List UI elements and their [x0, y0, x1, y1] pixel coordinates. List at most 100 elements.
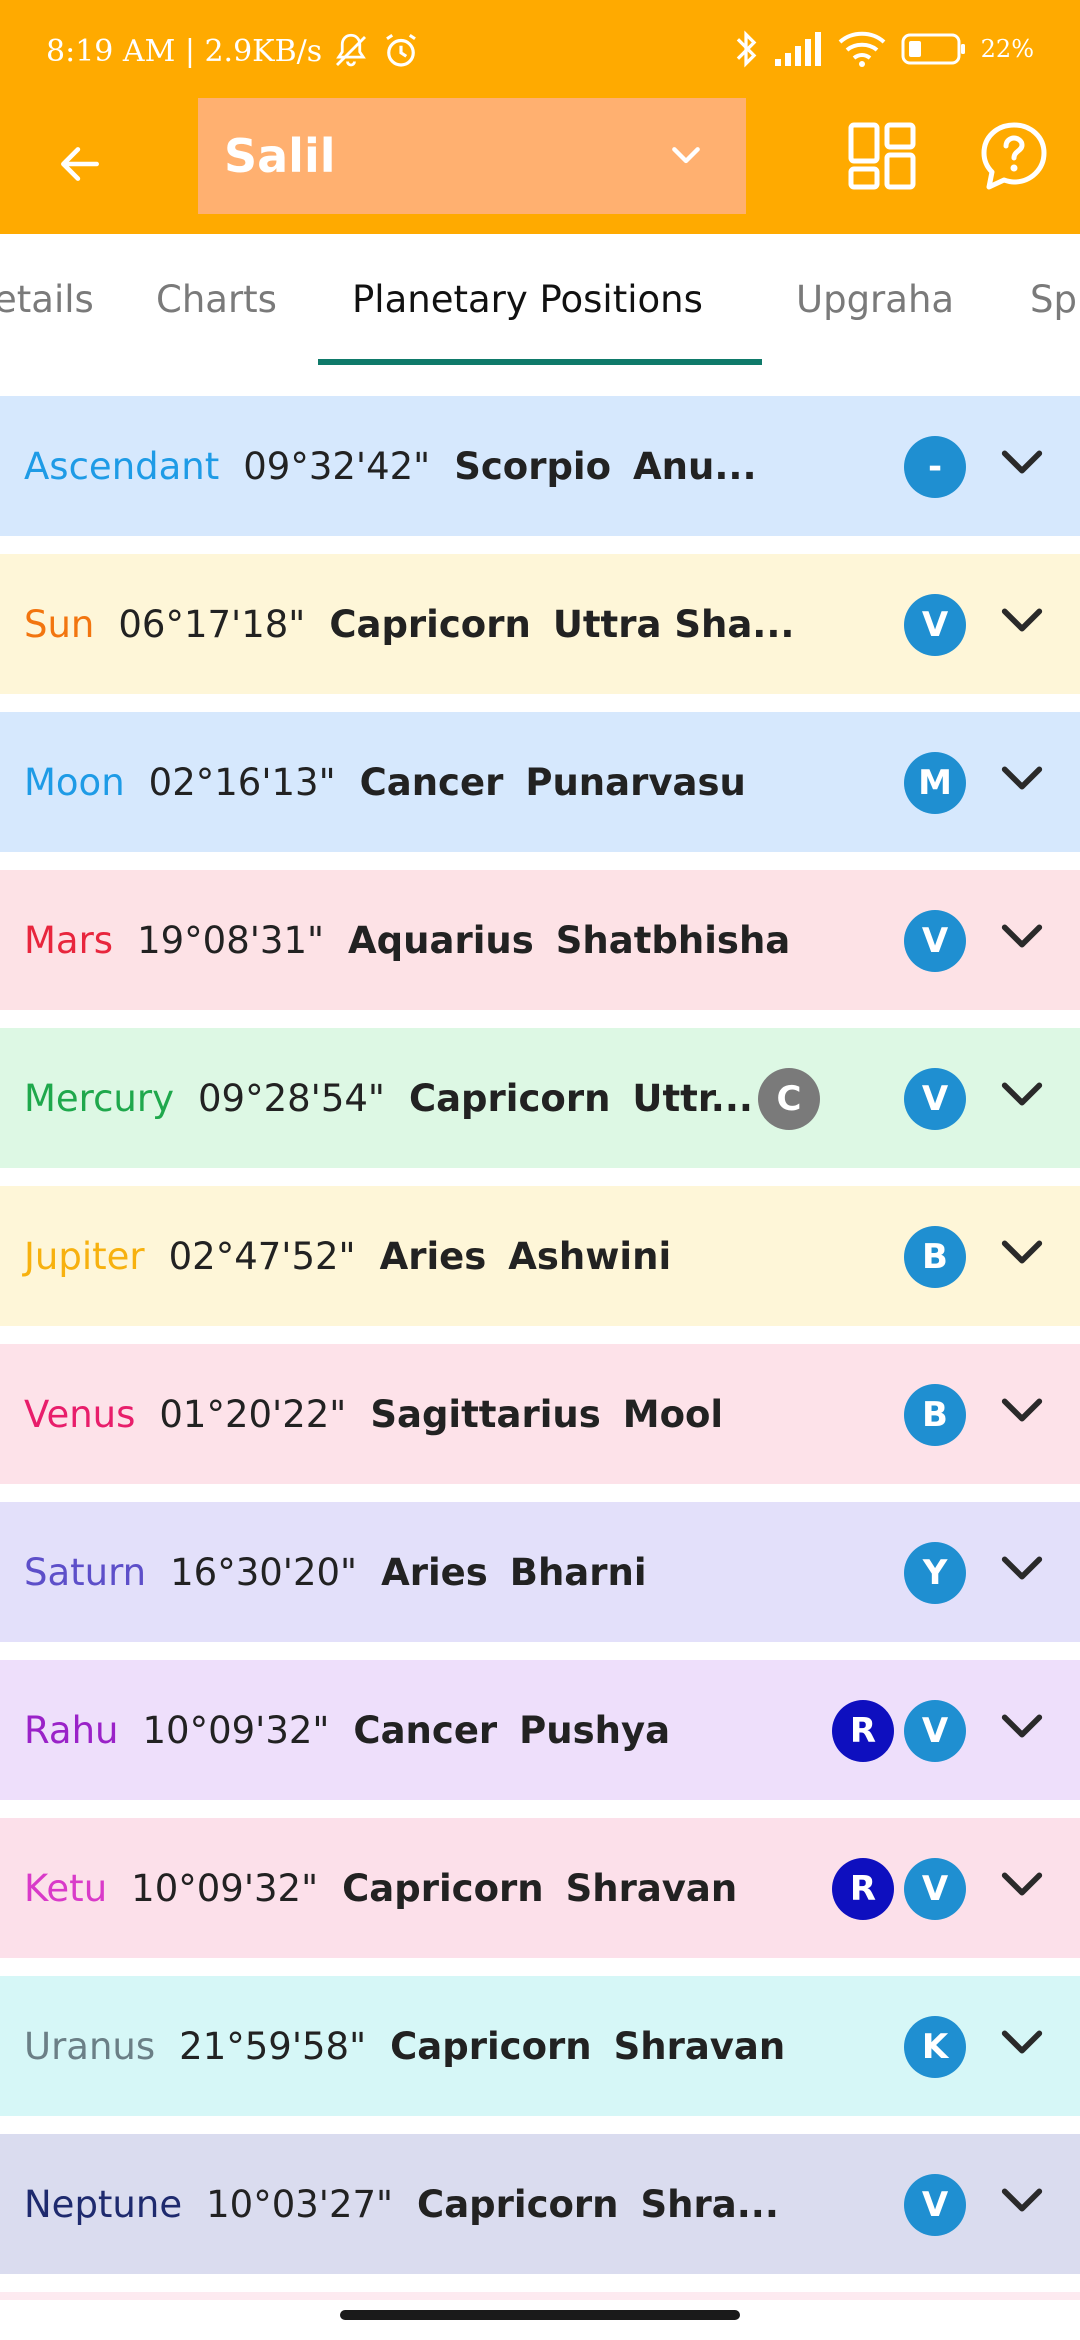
planet-nakshatra: Uttra Sha... [552, 602, 795, 646]
status-right: 22% [733, 28, 1034, 70]
planet-row-saturn[interactable]: Saturn 16°30'20" Aries Bharni Y [0, 1502, 1080, 1642]
row-text: Venus 01°20'22" Sagittarius Mool [24, 1344, 723, 1484]
status-badge: V [904, 1068, 966, 1130]
chevron-down-icon[interactable] [996, 436, 1048, 488]
profile-dropdown[interactable]: Salil [198, 98, 746, 214]
planet-degree: 09°32'42" [243, 444, 431, 488]
chevron-down-icon[interactable] [996, 1384, 1048, 1436]
planet-row-uranus[interactable]: Uranus 21°59'58" Capricorn Shravan K [0, 1976, 1080, 2116]
status-badge: V [904, 1700, 966, 1762]
tab-charts[interactable]: Charts [156, 278, 277, 321]
row-text: Moon 02°16'13" Cancer Punarvasu [24, 712, 746, 852]
row-text: Ascendant 09°32'42" Scorpio Anu... [24, 396, 757, 536]
chevron-down-icon[interactable] [996, 594, 1048, 646]
status-badge: V [904, 594, 966, 656]
row-text: Jupiter 02°47'52" Aries Ashwini [24, 1186, 671, 1326]
status-badge: B [904, 1384, 966, 1446]
status-bar: 8:19 AM | 2.9KB/s 22% [0, 0, 1080, 96]
home-indicator[interactable] [340, 2310, 740, 2320]
status-badge: B [904, 1226, 966, 1288]
planet-degree: 10°09'32" [142, 1708, 330, 1752]
status-badge: K [904, 2016, 966, 2078]
planet-row-rahu[interactable]: Rahu 10°09'32" Cancer Pushya R V [0, 1660, 1080, 1800]
chevron-down-icon[interactable] [996, 752, 1048, 804]
planet-sign: Sagittarius [370, 1392, 601, 1436]
planet-name: Neptune [24, 2182, 183, 2226]
planet-row-ketu[interactable]: Ketu 10°09'32" Capricorn Shravan R V [0, 1818, 1080, 1958]
row-text: Rahu 10°09'32" Cancer Pushya [24, 1660, 670, 1800]
help-icon[interactable] [978, 120, 1050, 192]
planet-row-venus[interactable]: Venus 01°20'22" Sagittarius Mool B [0, 1344, 1080, 1484]
planet-nakshatra: Mool [622, 1392, 724, 1436]
grid-layout-icon[interactable] [846, 120, 918, 192]
chevron-down-icon [672, 147, 700, 164]
wifi-icon [838, 31, 886, 67]
battery-icon [901, 33, 965, 65]
tab-bar: etails Charts Planetary Positions Upgrah… [0, 234, 1080, 366]
planet-sign: Capricorn [390, 2024, 592, 2068]
planet-row-sun[interactable]: Sun 06°17'18" Capricorn Uttra Sha... V [0, 554, 1080, 694]
planet-nakshatra: Ashwini [508, 1234, 672, 1278]
planet-row-jupiter[interactable]: Jupiter 02°47'52" Aries Ashwini B [0, 1186, 1080, 1326]
chevron-down-icon[interactable] [996, 2016, 1048, 2068]
planet-name: Uranus [24, 2024, 156, 2068]
chevron-down-icon[interactable] [996, 2174, 1048, 2226]
planet-degree: 02°16'13" [148, 760, 336, 804]
planet-sign: Cancer [359, 760, 504, 804]
planet-row-neptune[interactable]: Neptune 10°03'27" Capricorn Shra... V [0, 2134, 1080, 2274]
tab-details[interactable]: etails [0, 278, 94, 321]
tab-upgraha[interactable]: Upgraha [796, 278, 954, 321]
status-badge: V [904, 2174, 966, 2236]
planet-nakshatra: Uttr... [632, 1076, 753, 1120]
chevron-down-icon[interactable] [996, 1068, 1048, 1120]
battery-percent: 22% [980, 35, 1034, 63]
row-text: Sun 06°17'18" Capricorn Uttra Sha... [24, 554, 794, 694]
planet-degree: 02°47'52" [168, 1234, 356, 1278]
planet-nakshatra: Shatbhisha [555, 918, 791, 962]
planet-name: Ascendant [24, 444, 220, 488]
tab-more[interactable]: Sp [1030, 278, 1077, 321]
planet-degree: 10°09'32" [131, 1866, 319, 1910]
planet-degree: 21°59'58" [179, 2024, 367, 2068]
planet-name: Ketu [24, 1866, 108, 1910]
status-badge: V [904, 910, 966, 972]
active-tab-indicator [318, 359, 762, 365]
chevron-down-icon[interactable] [996, 910, 1048, 962]
status-badge: V [904, 1858, 966, 1920]
back-arrow-icon [61, 147, 99, 181]
planet-nakshatra: Shra... [640, 2182, 779, 2226]
planet-name: Jupiter [24, 1234, 145, 1278]
planet-row-moon[interactable]: Moon 02°16'13" Cancer Punarvasu M [0, 712, 1080, 852]
back-button[interactable] [40, 124, 120, 204]
chevron-down-icon[interactable] [996, 1226, 1048, 1278]
planet-nakshatra: Pushya [519, 1708, 671, 1752]
status-left: 8:19 AM | 2.9KB/s [46, 30, 422, 72]
planet-nakshatra: Shravan [565, 1866, 738, 1910]
planet-name: Mercury [24, 1076, 174, 1120]
planet-degree: 10°03'27" [206, 2182, 394, 2226]
chevron-down-icon[interactable] [996, 1858, 1048, 1910]
planet-nakshatra: Anu... [633, 444, 757, 488]
status-badge: R [832, 1700, 894, 1762]
planet-sign: Capricorn [329, 602, 531, 646]
status-time-speed: 8:19 AM | 2.9KB/s [46, 33, 323, 69]
planet-degree: 06°17'18" [118, 602, 306, 646]
next-row-peek [0, 2292, 1080, 2300]
chevron-down-icon[interactable] [996, 1700, 1048, 1752]
planet-nakshatra: Shravan [613, 2024, 786, 2068]
tab-planetary-positions[interactable]: Planetary Positions [352, 278, 703, 321]
planet-row-mars[interactable]: Mars 19°08'31" Aquarius Shatbhisha V [0, 870, 1080, 1010]
chevron-down-icon[interactable] [996, 1542, 1048, 1594]
planet-row-mercury[interactable]: Mercury 09°28'54" Capricorn Uttr... C V [0, 1028, 1080, 1168]
alarm-icon [386, 33, 417, 67]
status-badge: C [758, 1068, 820, 1130]
planet-name: Sun [24, 602, 95, 646]
planet-degree: 19°08'31" [137, 918, 325, 962]
planet-degree: 01°20'22" [159, 1392, 347, 1436]
row-text: Mars 19°08'31" Aquarius Shatbhisha [24, 870, 790, 1010]
planet-row-ascendant[interactable]: Ascendant 09°32'42" Scorpio Anu... - [0, 396, 1080, 536]
bluetooth-icon [736, 30, 757, 68]
row-text: Mercury 09°28'54" Capricorn Uttr... [24, 1028, 753, 1168]
status-badge: M [904, 752, 966, 814]
planet-nakshatra: Bharni [509, 1550, 647, 1594]
